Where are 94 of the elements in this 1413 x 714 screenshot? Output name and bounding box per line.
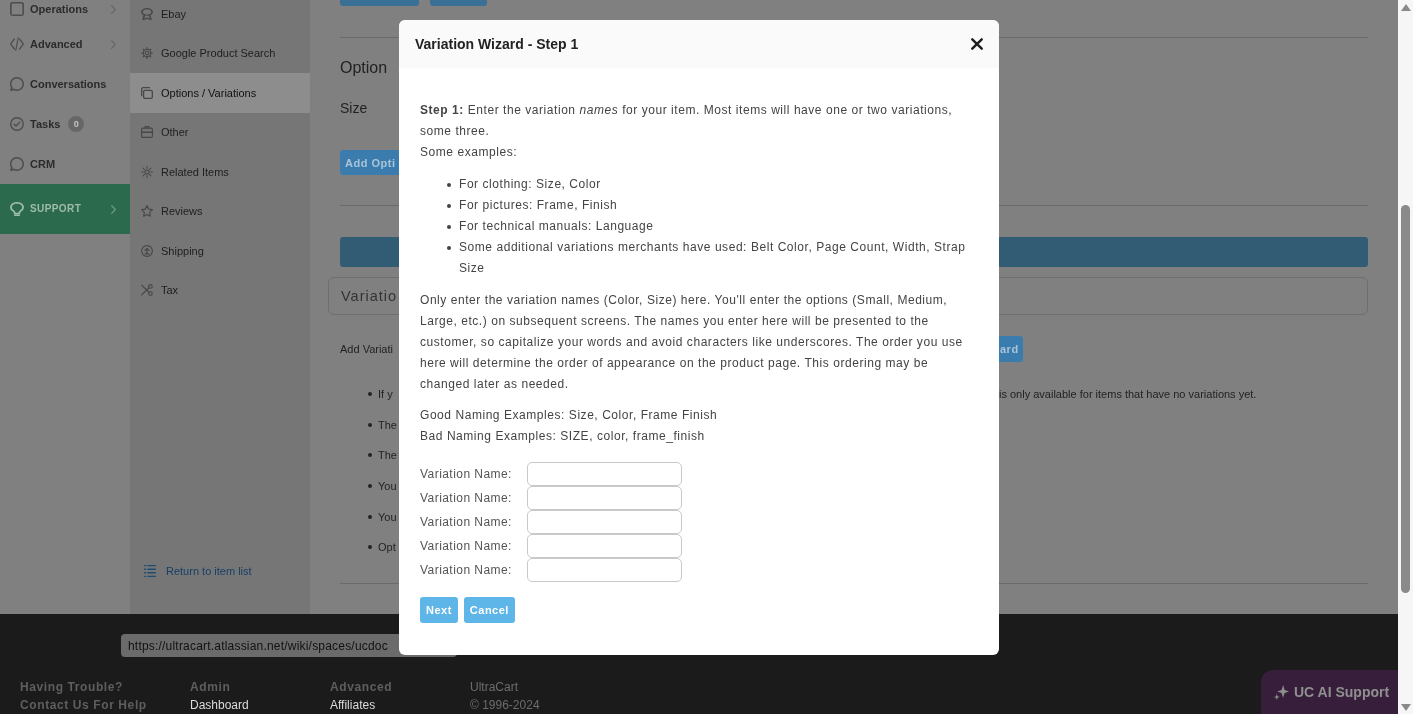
footer-text: © 1996-2024 — [470, 697, 540, 714]
bullet-icon — [368, 545, 372, 550]
url-text: https://ultracart.atlassian.net/wiki/spaces/ucdoc — [128, 638, 388, 653]
nav-item[interactable]: Advanced — [0, 24, 130, 64]
toolbar-button[interactable] — [430, 0, 487, 6]
nav-item[interactable]: Operations — [0, 0, 130, 24]
field-label: Variation Name: — [420, 465, 512, 483]
nav-item[interactable]: Tasks 0 — [0, 104, 130, 144]
footer-heading: Admin — [190, 679, 231, 696]
note-text: You — [378, 479, 397, 494]
example-text: For pictures: Frame, Finish — [459, 197, 618, 214]
bullet-icon — [447, 182, 451, 187]
copy-icon — [141, 86, 153, 99]
nav-item[interactable]: Conversations — [0, 64, 130, 104]
subnav-item[interactable]: Reviews — [130, 191, 310, 231]
subnav-item[interactable]: Tax — [130, 270, 310, 310]
nav-item[interactable]: SUPPORT — [0, 184, 130, 234]
list-icon — [144, 565, 156, 577]
code-icon — [10, 37, 24, 51]
note-text: You — [378, 509, 397, 524]
subnav-item[interactable]: Other — [130, 112, 310, 152]
chat-bubble-icon — [10, 77, 24, 91]
footer-link[interactable]: Dashboard — [190, 697, 249, 713]
example-text: For technical manuals: Language — [459, 218, 654, 235]
scroll-down-icon[interactable] — [1400, 704, 1411, 711]
subnav-item[interactable]: Google Product Search — [130, 33, 310, 73]
bullet-icon — [447, 203, 451, 208]
good-examples-text: Good Naming Examples: Size, Color, Frame Finish — [420, 407, 719, 424]
variation-name-field[interactable] — [527, 510, 682, 534]
explanation-text: Only enter the variation names (Color, Size) here. You'll enter the options (Small, Medium, Large, etc.) on subsequent screens. The names you enter here will be presented to the customer, so capitalize your words and avoid characters like underscores. The order you use here will determine the order of appearance on the product page. This ordering may be changed later as needed. — [420, 292, 964, 393]
instructions-text: Step 1: Enter the variation names for your item. Most items will have one or two variations, some three. — [420, 102, 954, 140]
footer-text: UltraCart — [470, 679, 518, 696]
option-name: Size — [340, 99, 368, 118]
variation-name-field[interactable] — [527, 534, 682, 558]
field-label: Variation Name: — [420, 489, 512, 507]
star-icon — [141, 205, 153, 218]
gear-icon — [141, 47, 153, 60]
briefcase-icon — [141, 126, 153, 139]
sun-icon — [141, 165, 153, 178]
help-text: Add Variati — [340, 342, 393, 356]
field-label: Variation Name: — [420, 513, 512, 531]
bullet-icon — [368, 484, 372, 489]
example-text: For clothing: Size, Color — [459, 176, 601, 193]
bullet-icon — [368, 514, 372, 519]
bullet-icon — [447, 245, 451, 250]
ai-support-button[interactable]: UC AI Support — [1261, 670, 1398, 714]
panel-title: Variatio — [341, 287, 398, 305]
footer-heading: Contact Us For Help — [20, 697, 147, 714]
next-button[interactable]: Next — [420, 597, 458, 623]
ribbon-icon — [141, 7, 153, 20]
example-text: Some additional variations merchants have used: Belt Color, Page Count, Width, Strap Size — [459, 239, 967, 277]
field-label: Variation Name: — [420, 561, 512, 579]
cancel-button[interactable]: Cancel — [463, 597, 515, 623]
note-text: Opt — [378, 540, 396, 555]
chat-bubble-icon — [10, 157, 24, 171]
field-label: Variation Name: — [420, 537, 512, 555]
note-text: If y — [378, 387, 393, 402]
scissors-icon — [141, 284, 153, 297]
subnav-item[interactable]: Options / Variations — [130, 73, 310, 113]
add-option-button[interactable]: Add Opti — [340, 150, 402, 175]
scrollbar-thumb[interactable] — [1401, 205, 1410, 593]
nav-item[interactable]: CRM — [0, 144, 130, 184]
footer-link[interactable]: Affiliates — [330, 697, 376, 713]
check-circle-icon — [10, 117, 24, 131]
variation-name-field[interactable] — [527, 486, 682, 510]
sparkle-icon — [1274, 684, 1289, 700]
subnav-item[interactable]: Related Items — [130, 152, 310, 192]
note-text: The — [378, 417, 397, 432]
variation-name-field[interactable] — [527, 558, 682, 582]
variation-name-field[interactable] — [527, 462, 682, 486]
bullet-icon — [368, 453, 372, 458]
examples-label: Some examples: — [420, 144, 519, 161]
close-icon — [971, 38, 983, 50]
section-heading: Option — [340, 58, 388, 78]
bad-examples-text: Bad Naming Examples: SIZE, color, frame_finish — [420, 428, 706, 445]
subnav-item[interactable]: Ebay — [130, 0, 310, 34]
lightbulb-icon — [10, 202, 24, 216]
modal-title: Variation Wizard - Step 1 — [415, 35, 579, 53]
scroll-up-icon[interactable] — [1400, 4, 1411, 11]
note-text: is only available for items that have no variations yet. — [999, 387, 1257, 402]
return-link[interactable]: Return to item list — [144, 564, 252, 578]
clipboard-icon — [10, 2, 24, 16]
bullet-icon — [368, 392, 372, 397]
count-badge: 0 — [68, 116, 85, 132]
subnav-item[interactable]: Shipping — [130, 231, 310, 271]
close-button[interactable] — [971, 38, 983, 50]
footer-heading: Having Trouble? — [20, 679, 123, 696]
scrollbar[interactable] — [1398, 0, 1413, 714]
toolbar-button[interactable] — [340, 0, 419, 6]
note-text: The — [378, 448, 397, 463]
bullet-icon — [368, 422, 372, 427]
footer-heading: Advanced — [330, 679, 393, 696]
arrow-up-circle-icon — [141, 244, 153, 257]
bullet-icon — [447, 224, 451, 229]
